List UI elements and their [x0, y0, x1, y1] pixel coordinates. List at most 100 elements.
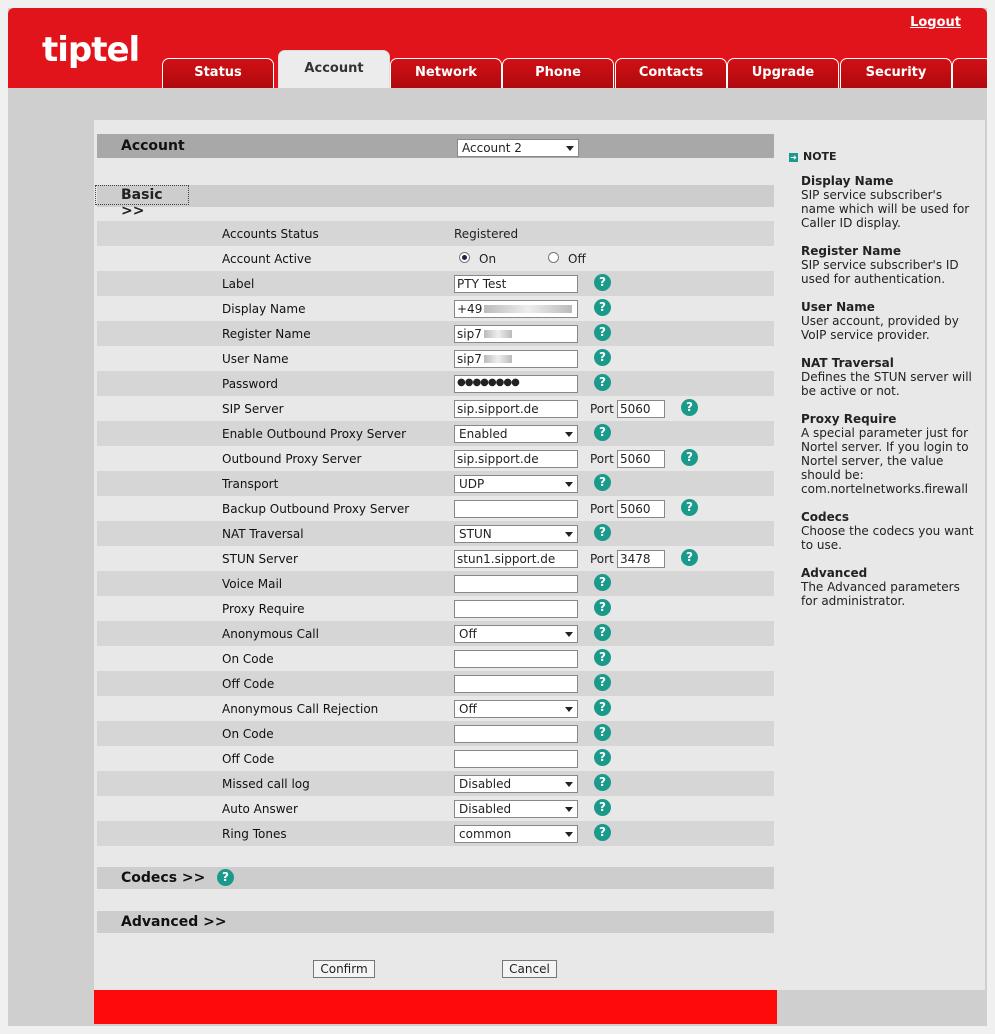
help-icon[interactable]: ?	[217, 869, 234, 886]
user-name-input[interactable]: sip7	[454, 350, 578, 368]
row-stun-server: STUN Server stun1.sipport.de Port 3478 ?	[97, 546, 774, 571]
help-icon[interactable]: ?	[594, 674, 611, 691]
tab-network[interactable]: Network	[390, 58, 502, 88]
row-voice-mail: Voice Mail ?	[97, 571, 774, 596]
missed-call-log-select[interactable]: Disabled	[454, 775, 578, 793]
help-icon[interactable]: ?	[681, 549, 698, 566]
tiptel-logo: tiptel	[42, 30, 140, 70]
help-icon[interactable]: ?	[594, 349, 611, 366]
anonymous-rejection-select[interactable]: Off	[454, 700, 578, 718]
auto-answer-select[interactable]: Disabled	[454, 800, 578, 818]
help-icon[interactable]: ?	[594, 374, 611, 391]
account-content: Account Account 2 Basic >> Accounts Stat…	[94, 120, 777, 990]
row-nat-traversal: NAT Traversal STUN ?	[97, 521, 774, 546]
outbound-proxy-port-input[interactable]: 5060	[617, 450, 665, 468]
tab-account[interactable]: Account	[278, 50, 390, 88]
help-icon[interactable]: ?	[594, 799, 611, 816]
enable-outbound-select[interactable]: Enabled	[454, 425, 578, 443]
rejection-off-code-input[interactable]	[454, 750, 578, 768]
row-on-code-2: On Code ?	[97, 721, 774, 746]
account-active-on-radio[interactable]	[459, 252, 470, 263]
footer-bar	[94, 990, 777, 1024]
note-item: Display Name SIP service subscriber's nam…	[801, 174, 970, 230]
redacted-blur	[483, 330, 512, 338]
rejection-on-code-input[interactable]	[454, 725, 578, 743]
help-icon[interactable]: ?	[681, 399, 698, 416]
chevron-down-icon	[566, 146, 574, 151]
basic-toggle[interactable]: Basic >>	[95, 185, 189, 219]
sub-bar	[8, 88, 987, 120]
help-icon[interactable]: ?	[594, 699, 611, 716]
password-input[interactable]: ●●●●●●●●	[454, 375, 578, 393]
row-sip-server: SIP Server sip.sipport.de Port 5060 ?	[97, 396, 774, 421]
chevron-down-icon	[565, 707, 573, 712]
backup-outbound-port-input[interactable]: 5060	[617, 500, 665, 518]
row-ring-tones: Ring Tones common ?	[97, 821, 774, 846]
help-icon[interactable]: ?	[594, 424, 611, 441]
row-outbound-proxy: Outbound Proxy Server sip.sipport.de Por…	[97, 446, 774, 471]
stun-server-input[interactable]: stun1.sipport.de	[454, 550, 578, 568]
help-icon[interactable]: ?	[594, 299, 611, 316]
row-anonymous-rejection: Anonymous Call Rejection Off ?	[97, 696, 774, 721]
help-icon[interactable]: ?	[594, 574, 611, 591]
ring-tones-select[interactable]: common	[454, 825, 578, 843]
row-transport: Transport UDP ?	[97, 471, 774, 496]
arrow-right-icon: ➜	[789, 153, 798, 162]
display-name-input[interactable]: +49	[454, 300, 578, 318]
transport-select[interactable]: UDP	[454, 475, 578, 493]
outbound-proxy-input[interactable]: sip.sipport.de	[454, 450, 578, 468]
tab-status[interactable]: Status	[162, 58, 274, 88]
help-icon[interactable]: ?	[594, 599, 611, 616]
advanced-toggle[interactable]: Advanced >>	[121, 914, 227, 930]
note-item: Codecs Choose the codecs you want to use.	[801, 510, 974, 552]
chevron-down-icon	[565, 632, 573, 637]
row-off-code-2: Off Code ?	[97, 746, 774, 771]
sip-server-input[interactable]: sip.sipport.de	[454, 400, 578, 418]
help-icon[interactable]: ?	[594, 624, 611, 641]
help-icon[interactable]: ?	[594, 524, 611, 541]
help-icon[interactable]: ?	[594, 474, 611, 491]
accounts-status-value: Registered	[454, 227, 519, 241]
stun-server-port-input[interactable]: 3478	[617, 550, 665, 568]
tab-upgrade[interactable]: Upgrade	[727, 58, 839, 88]
backup-outbound-input[interactable]	[454, 500, 578, 518]
help-icon[interactable]: ?	[681, 499, 698, 516]
row-accounts-status: Accounts Status Registered	[97, 221, 774, 246]
sip-server-port-input[interactable]: 5060	[617, 400, 665, 418]
help-icon[interactable]: ?	[594, 749, 611, 766]
register-name-input[interactable]: sip7	[454, 325, 578, 343]
row-account-active: Account Active On Off	[222, 252, 586, 266]
row-missed-call-log: Missed call log Disabled ?	[97, 771, 774, 796]
help-icon[interactable]: ?	[594, 324, 611, 341]
confirm-button[interactable]: Confirm	[313, 960, 375, 978]
nat-traversal-select[interactable]: STUN	[454, 525, 578, 543]
off-code-input[interactable]	[454, 675, 578, 693]
label-input[interactable]: PTY Test	[454, 275, 578, 293]
help-icon[interactable]: ?	[594, 274, 611, 291]
codecs-toggle[interactable]: Codecs >>	[121, 870, 205, 886]
advanced-section-bar: Advanced >>	[97, 911, 774, 933]
anonymous-call-select[interactable]: Off	[454, 625, 578, 643]
chevron-down-icon	[565, 807, 573, 812]
on-code-input[interactable]	[454, 650, 578, 668]
proxy-require-input[interactable]	[454, 600, 578, 618]
chevron-down-icon	[565, 432, 573, 437]
tab-phone[interactable]: Phone	[502, 58, 614, 88]
chevron-down-icon	[565, 832, 573, 837]
help-icon[interactable]: ?	[681, 449, 698, 466]
help-icon[interactable]: ?	[594, 774, 611, 791]
voice-mail-input[interactable]	[454, 575, 578, 593]
row-off-code-1: Off Code ?	[97, 671, 774, 696]
note-item: Advanced The Advanced parameters for admi…	[801, 566, 960, 608]
tab-security[interactable]: Security	[840, 58, 952, 88]
help-icon[interactable]: ?	[594, 824, 611, 841]
tab-contacts[interactable]: Contacts	[615, 58, 727, 88]
account-select[interactable]: Account 2	[457, 139, 579, 157]
logout-link[interactable]: Logout	[910, 15, 961, 30]
help-icon[interactable]: ?	[594, 649, 611, 666]
help-icon[interactable]: ?	[594, 724, 611, 741]
cancel-button[interactable]: Cancel	[502, 960, 557, 978]
redacted-blur	[483, 355, 512, 363]
account-active-off-radio[interactable]	[548, 252, 559, 263]
note-item: Proxy Require A special parameter just fo…	[801, 412, 969, 496]
